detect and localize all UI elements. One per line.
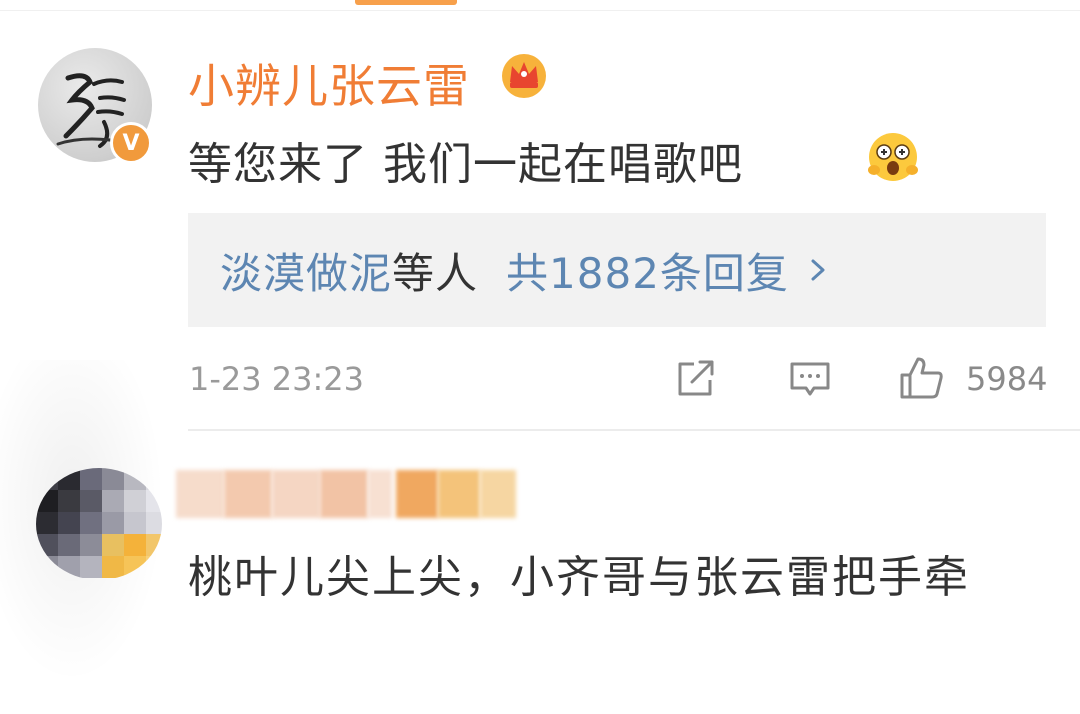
crown-icon (502, 54, 546, 98)
reply-summary[interactable]: 淡漠做泥 等人 共1882条回复 (188, 213, 1046, 327)
avatar-blurred[interactable] (36, 468, 162, 580)
comment-divider (188, 429, 1080, 431)
shocked-face-emoji (868, 133, 918, 181)
comment-text: 等您来了 我们一起在唱歌吧 (188, 139, 743, 190)
chevron-right-icon (811, 259, 825, 281)
reply-names-link[interactable]: 淡漠做泥 (220, 240, 392, 301)
comment-icon[interactable] (788, 360, 832, 400)
comment-text-second: 桃叶儿尖上尖，小齐哥与张云雷把手牵 (188, 552, 970, 603)
share-icon[interactable] (674, 358, 718, 400)
username[interactable]: 小辨儿张云雷 (188, 50, 470, 116)
like-count: 5984 (966, 360, 1048, 398)
like-icon[interactable] (898, 355, 946, 401)
username-blurred[interactable] (176, 470, 516, 518)
verified-badge: V (110, 122, 152, 164)
timestamp: 1-23 23:23 (189, 360, 365, 398)
reply-suffix: 等人 (392, 248, 479, 298)
reply-count-link[interactable]: 共1882条回复 (506, 240, 789, 301)
